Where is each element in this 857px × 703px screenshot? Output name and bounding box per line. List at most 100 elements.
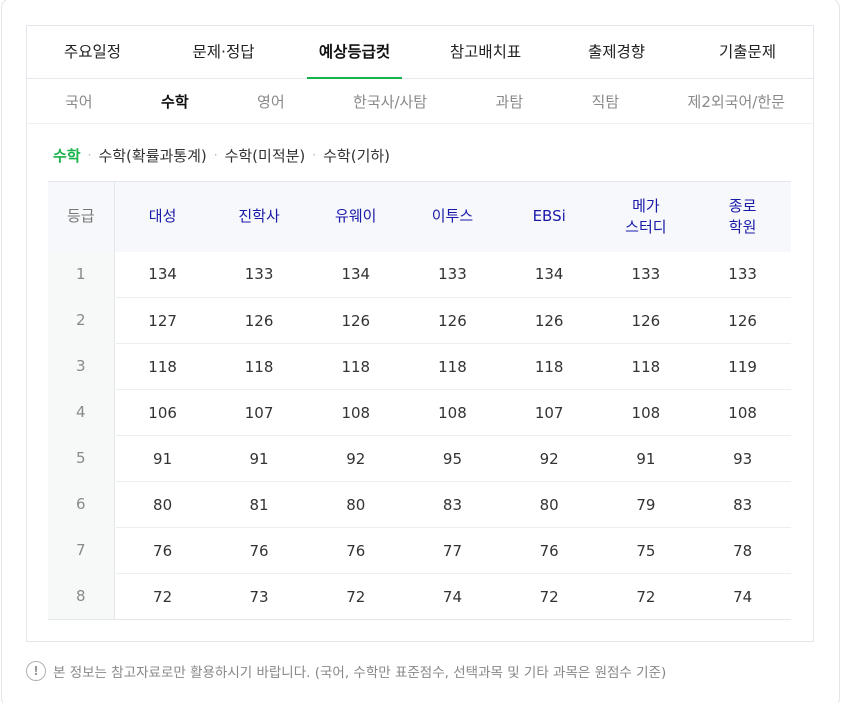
cut-score-cell: 118 xyxy=(210,343,308,390)
cut-score-cell: 81 xyxy=(210,481,308,528)
table-header-row: 등급 대성 진학사 유웨이 이투스 EBSi 메가 스터디 종로 학원 xyxy=(48,181,791,252)
provider-header: 대성 xyxy=(114,181,211,252)
subject-tab-2[interactable]: 수학 xyxy=(161,91,189,112)
cut-score-cell: 72 xyxy=(114,573,211,620)
cut-score-cell: 91 xyxy=(114,435,211,482)
cut-score-cell: 93 xyxy=(694,435,791,482)
cut-score-cell: 108 xyxy=(404,389,501,436)
grade-cell: 1 xyxy=(48,251,115,298)
cut-score-cell: 133 xyxy=(597,251,695,298)
subject-tab-5[interactable]: 과탐 xyxy=(496,91,524,112)
cut-score-cell: 76 xyxy=(307,527,405,574)
provider-header: 진학사 xyxy=(210,181,308,252)
provider-name: 유웨이 xyxy=(335,207,377,226)
separator-dot: · xyxy=(87,148,92,162)
tab-2[interactable]: 문제·정답 xyxy=(158,26,289,78)
subject-tab-6[interactable]: 직탐 xyxy=(592,91,620,112)
table-row: 5 91 91 92 95 92 91 93 xyxy=(48,435,791,482)
cut-score-cell: 75 xyxy=(597,527,695,574)
grade-cell: 2 xyxy=(48,297,115,344)
subject-chip-3[interactable]: 수학(미적분) xyxy=(225,145,306,166)
tab-5[interactable]: 출제경향 xyxy=(551,26,682,78)
exclamation-icon: ! xyxy=(26,661,46,681)
subject-chip-1[interactable]: 수학 xyxy=(53,145,81,166)
tab-1[interactable]: 주요일정 xyxy=(27,26,158,78)
tab-4[interactable]: 참고배치표 xyxy=(420,26,551,78)
cut-score-cell: 76 xyxy=(500,527,598,574)
cut-score-cell: 108 xyxy=(307,389,405,436)
cut-score-cell: 95 xyxy=(404,435,501,482)
cut-score-cell: 133 xyxy=(210,251,308,298)
cut-score-cell: 126 xyxy=(694,297,791,344)
subject-filter-chips: 수학 · 수학(확률과통계) · 수학(미적분) · 수학(기하) xyxy=(53,144,390,166)
grade-cut-table: 등급 대성 진학사 유웨이 이투스 EBSi 메가 스터디 종로 학원 1 134 133 134 13… xyxy=(48,181,791,620)
table-row: 3 118 118 118 118 118 118 119 xyxy=(48,343,791,390)
subject-tab-3[interactable]: 영어 xyxy=(257,91,285,112)
notice: ! 본 정보는 참고자료로만 활용하시기 바랍니다. (국어, 수학만 표준점수… xyxy=(26,660,666,682)
provider-name: 종로 xyxy=(728,196,757,215)
subject-tab-4[interactable]: 한국사/사탐 xyxy=(353,91,427,112)
separator-dot: · xyxy=(213,148,218,162)
cut-score-cell: 91 xyxy=(597,435,695,482)
cut-score-cell: 126 xyxy=(404,297,501,344)
cut-score-cell: 78 xyxy=(694,527,791,574)
cut-score-cell: 108 xyxy=(597,389,695,436)
cut-score-cell: 118 xyxy=(307,343,405,390)
cut-score-cell: 126 xyxy=(597,297,695,344)
tab-3[interactable]: 예상등급컷 xyxy=(289,26,420,79)
table-row: 8 72 73 72 74 72 72 74 xyxy=(48,573,791,620)
cut-score-cell: 73 xyxy=(210,573,308,620)
cut-score-cell: 126 xyxy=(500,297,598,344)
provider-name: 메가 xyxy=(632,196,660,215)
tab-6[interactable]: 기출문제 xyxy=(682,26,813,78)
cut-score-cell: 133 xyxy=(404,251,501,298)
subject-chip-2[interactable]: 수학(확률과통계) xyxy=(98,145,206,166)
grade-cell: 8 xyxy=(48,573,115,620)
cut-score-cell: 72 xyxy=(307,573,405,620)
grade-cell: 4 xyxy=(48,389,115,436)
main-tabs: 주요일정 문제·정답 예상등급컷 참고배치표 출제경향 기출문제 xyxy=(27,26,813,79)
cut-score-cell: 118 xyxy=(114,343,211,390)
provider-name-line2: 학원 xyxy=(728,217,757,236)
grade-column-header: 등급 xyxy=(48,181,115,252)
provider-header: EBSi xyxy=(500,181,598,252)
cut-score-cell: 83 xyxy=(694,481,791,528)
cut-score-cell: 134 xyxy=(500,251,598,298)
cut-score-cell: 107 xyxy=(500,389,598,436)
cut-score-cell: 106 xyxy=(114,389,211,436)
subject-tab-7[interactable]: 제2외국어/한문 xyxy=(688,91,785,112)
cut-score-cell: 72 xyxy=(597,573,695,620)
table-row: 1 134 133 134 133 134 133 133 xyxy=(48,251,791,298)
cut-score-cell: 74 xyxy=(404,573,501,620)
cut-score-cell: 118 xyxy=(500,343,598,390)
cut-score-cell: 119 xyxy=(694,343,791,390)
cut-score-cell: 91 xyxy=(210,435,308,482)
cut-score-cell: 77 xyxy=(404,527,501,574)
provider-name: EBSi xyxy=(532,207,566,226)
provider-header: 유웨이 xyxy=(307,181,405,252)
grade-cell: 6 xyxy=(48,481,115,528)
table-row: 2 127 126 126 126 126 126 126 xyxy=(48,297,791,344)
cut-score-cell: 133 xyxy=(694,251,791,298)
cut-score-cell: 107 xyxy=(210,389,308,436)
provider-header: 메가스터디 xyxy=(597,181,695,252)
cut-score-cell: 108 xyxy=(694,389,791,436)
cut-score-cell: 127 xyxy=(114,297,211,344)
provider-name-line2: 스터디 xyxy=(625,217,667,236)
cut-score-cell: 80 xyxy=(307,481,405,528)
cut-score-cell: 80 xyxy=(114,481,211,528)
cut-score-cell: 126 xyxy=(210,297,308,344)
grade-cell: 7 xyxy=(48,527,115,574)
cut-score-cell: 79 xyxy=(597,481,695,528)
cut-score-cell: 76 xyxy=(114,527,211,574)
cut-score-cell: 83 xyxy=(404,481,501,528)
table-row: 7 76 76 76 77 76 75 78 xyxy=(48,527,791,574)
subject-tab-1[interactable]: 국어 xyxy=(65,91,93,112)
grade-cut-card: 주요일정 문제·정답 예상등급컷 참고배치표 출제경향 기출문제 국어 수학 영어 한국사/사탐… xyxy=(26,25,814,642)
cut-score-cell: 134 xyxy=(114,251,211,298)
subject-tabs: 국어 수학 영어 한국사/사탐 과탐 직탐 제2외국어/한문 xyxy=(27,79,813,124)
cut-score-cell: 80 xyxy=(500,481,598,528)
cut-score-cell: 118 xyxy=(597,343,695,390)
subject-chip-4[interactable]: 수학(기하) xyxy=(323,145,390,166)
grade-cell: 3 xyxy=(48,343,115,390)
